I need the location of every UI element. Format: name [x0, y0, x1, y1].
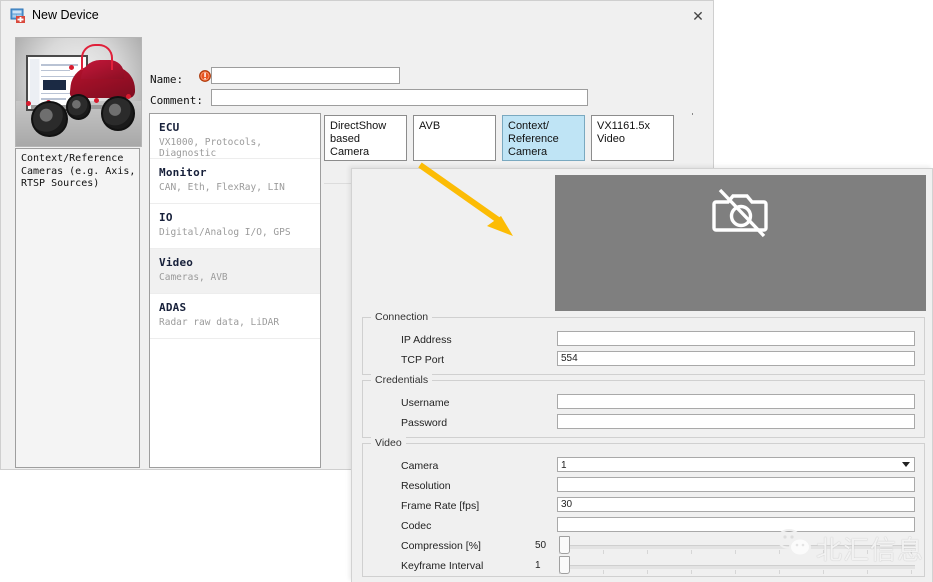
- category-item-video[interactable]: Video Cameras, AVB: [150, 249, 320, 294]
- category-subtitle: Cameras, AVB: [159, 272, 228, 283]
- category-subtitle: Digital/Analog I/O, GPS: [159, 227, 291, 238]
- camera-select-value: 1: [561, 460, 567, 471]
- category-item-adas[interactable]: ADAS Radar raw data, LiDAR: [150, 294, 320, 339]
- category-item-monitor[interactable]: Monitor CAN, Eth, FlexRay, LIN: [150, 159, 320, 204]
- camera-select[interactable]: 1: [557, 457, 915, 472]
- resolution-input[interactable]: [557, 477, 915, 492]
- category-item-ecu[interactable]: ECU VX1000, Protocols, Diagnostic: [150, 114, 320, 159]
- category-title: ADAS: [159, 301, 187, 314]
- video-group: Video Camera 1 Resolution Frame Rate [fp…: [362, 437, 925, 577]
- category-title: ECU: [159, 121, 180, 134]
- ip-address-label: IP Address: [401, 334, 452, 346]
- connection-group-title: Connection: [371, 311, 433, 323]
- right-edge-rule: [692, 113, 693, 115]
- compression-slider-track[interactable]: [559, 545, 915, 549]
- username-input[interactable]: [557, 394, 915, 409]
- name-label: Name:: [150, 73, 184, 86]
- error-exclamation-icon: [199, 70, 211, 82]
- window-title: New Device: [32, 8, 99, 22]
- category-subtitle: Radar raw data, LiDAR: [159, 317, 280, 328]
- title-bar: New Device ✕: [1, 1, 713, 31]
- ip-address-input[interactable]: [557, 331, 915, 346]
- category-title: IO: [159, 211, 173, 224]
- category-title: Video: [159, 256, 194, 269]
- category-item-io[interactable]: IO Digital/Analog I/O, GPS: [150, 204, 320, 249]
- compression-label: Compression [%]: [401, 540, 481, 552]
- keyframe-slider-thumb[interactable]: [559, 556, 570, 574]
- tcp-port-input[interactable]: [557, 351, 915, 366]
- device-tile-avb[interactable]: AVB: [413, 115, 496, 161]
- credentials-group-title: Credentials: [371, 374, 433, 386]
- comment-input[interactable]: [211, 89, 588, 106]
- comment-label: Comment:: [150, 94, 203, 107]
- keyframe-slider-ticks: [559, 570, 915, 574]
- video-group-title: Video: [371, 437, 406, 449]
- frame-rate-input[interactable]: [557, 497, 915, 512]
- resolution-label: Resolution: [401, 480, 451, 492]
- device-category-list[interactable]: ECU VX1000, Protocols, Diagnostic Monito…: [149, 113, 321, 468]
- category-subtitle: CAN, Eth, FlexRay, LIN: [159, 182, 285, 193]
- credentials-group: Credentials Username Password: [362, 374, 925, 438]
- device-tile-directshow-based-camera[interactable]: DirectShow based Camera: [324, 115, 407, 161]
- camera-preview-area: [555, 175, 926, 311]
- keyframe-interval-value: 1: [535, 560, 541, 571]
- username-label: Username: [401, 397, 450, 409]
- new-device-icon: [10, 8, 26, 24]
- tcp-port-label: TCP Port: [401, 354, 444, 366]
- product-image: [15, 37, 142, 147]
- camera-label: Camera: [401, 460, 439, 472]
- codec-label: Codec: [401, 520, 432, 532]
- compression-slider-ticks: [559, 550, 915, 554]
- password-label: Password: [401, 417, 448, 429]
- keyframe-slider-track[interactable]: [559, 565, 915, 569]
- close-button[interactable]: ✕: [684, 5, 712, 27]
- device-tile-context-reference-camera[interactable]: Context/ Reference Camera: [502, 115, 585, 161]
- codec-input[interactable]: [557, 517, 915, 532]
- compression-slider-thumb[interactable]: [559, 536, 570, 554]
- chevron-down-icon: [902, 462, 910, 467]
- category-subtitle: VX1000, Protocols, Diagnostic: [159, 137, 262, 159]
- connection-group: Connection IP Address TCP Port: [362, 311, 925, 375]
- keyframe-interval-label: Keyframe Interval: [401, 560, 484, 572]
- camera-settings-window: Connection IP Address TCP Port Credentia…: [351, 168, 933, 582]
- category-description-text: Context/Reference Cameras (e.g. Axis, RT…: [21, 153, 136, 189]
- password-input[interactable]: [557, 414, 915, 429]
- category-description-box: Context/Reference Cameras (e.g. Axis, RT…: [15, 148, 140, 468]
- no-camera-icon: [710, 188, 772, 241]
- compression-value: 50: [535, 540, 547, 551]
- name-input[interactable]: [211, 67, 400, 84]
- device-tile-vx1161-video[interactable]: VX1161.5x Video: [591, 115, 674, 161]
- category-title: Monitor: [159, 166, 207, 179]
- frame-rate-label: Frame Rate [fps]: [401, 500, 480, 512]
